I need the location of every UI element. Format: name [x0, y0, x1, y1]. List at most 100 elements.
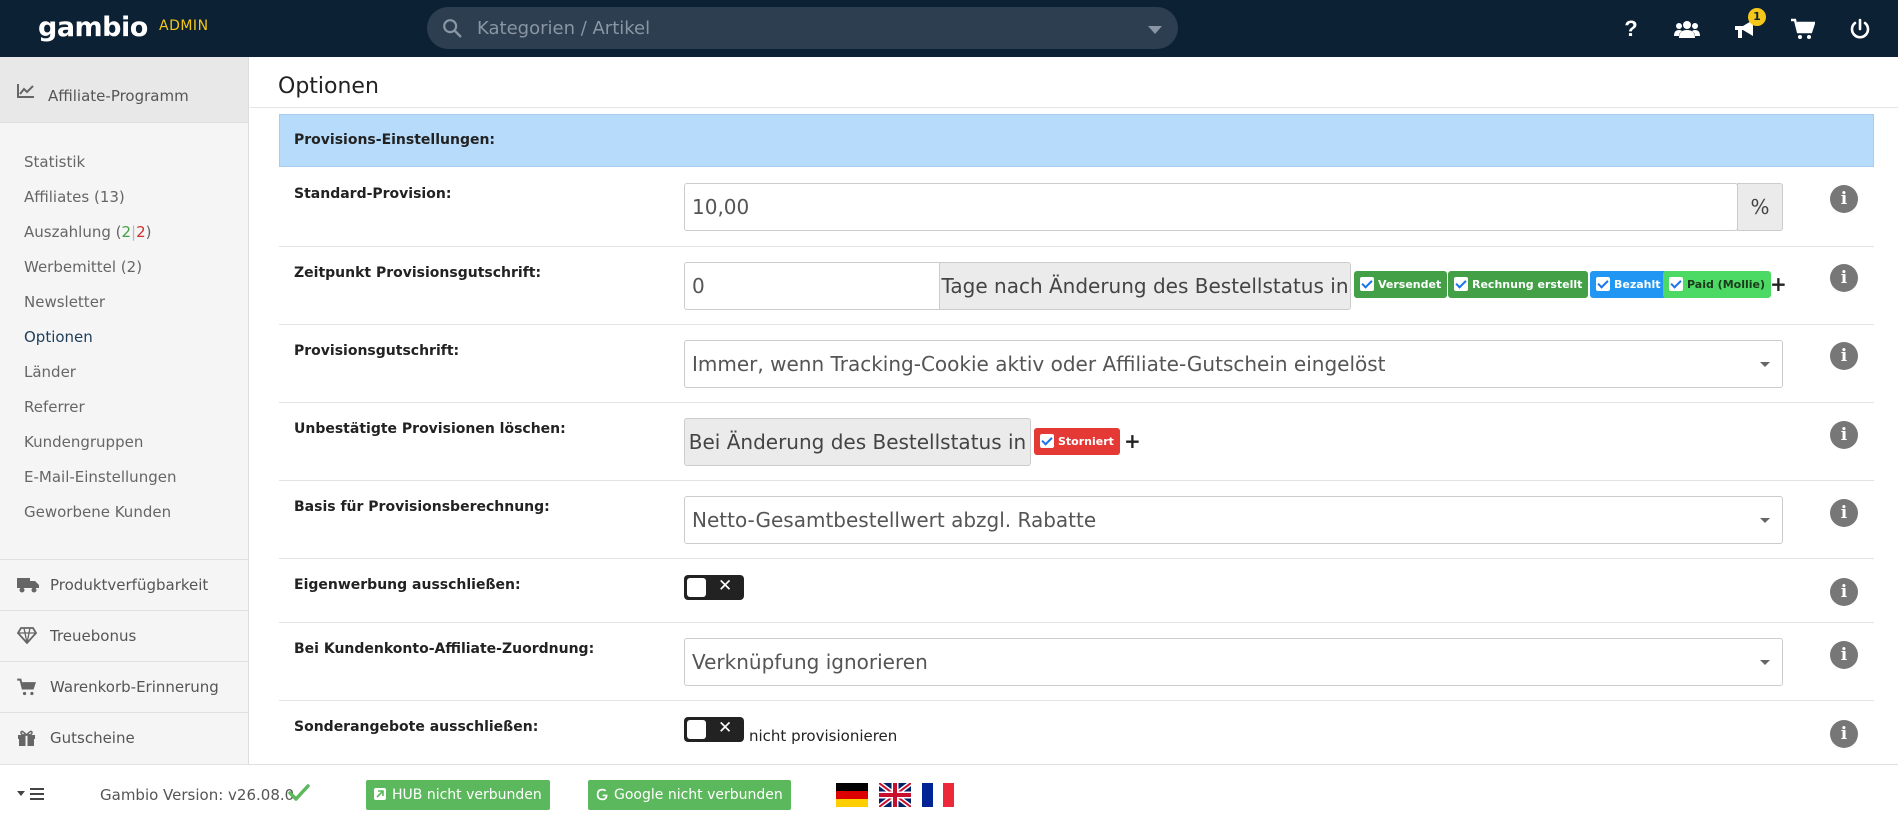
- sidebar-group-produktverfuegbarkeit[interactable]: Produktverfügbarkeit: [0, 559, 248, 610]
- sidebar-item-statistik[interactable]: Statistik: [24, 153, 85, 171]
- zeitpunkt-addon: Tage nach Änderung des Bestellstatus in: [939, 262, 1351, 310]
- sidebar-section-label: Affiliate-Programm: [48, 87, 189, 105]
- checkbox-checked-icon[interactable]: [1596, 277, 1610, 291]
- info-icon[interactable]: i: [1830, 720, 1858, 748]
- truck-icon: [17, 578, 39, 593]
- chip-label: Paid (Mollie): [1687, 278, 1765, 291]
- search-input[interactable]: Kategorien / Artikel: [427, 7, 1178, 49]
- checkbox-checked-icon[interactable]: [1360, 277, 1374, 291]
- hub-status-button[interactable]: HUB nicht verbunden: [366, 780, 550, 810]
- basis-select[interactable]: Netto-Gesamtbestellwert abzgl. Rabatte: [684, 496, 1783, 544]
- info-icon[interactable]: i: [1830, 185, 1858, 213]
- info-icon[interactable]: i: [1830, 342, 1858, 370]
- sonderangebote-label: Sonderangebote ausschließen:: [294, 719, 539, 735]
- chart-line-icon: [17, 84, 34, 98]
- info-icon[interactable]: i: [1830, 421, 1858, 449]
- footer-bar: Gambio Version: v26.08.0 HUB nicht verbu…: [0, 764, 1898, 821]
- section-header: Provisions-Einstellungen:: [279, 114, 1874, 167]
- basis-label: Basis für Provisionsberechnung:: [294, 499, 550, 515]
- info-icon[interactable]: i: [1830, 499, 1858, 527]
- chip-label: Bezahlt: [1614, 278, 1661, 291]
- megaphone-icon[interactable]: 1: [1730, 8, 1766, 44]
- sidebar-item-auszahlung[interactable]: Auszahlung (2|2): [24, 223, 152, 241]
- paid-count: 2: [121, 223, 132, 241]
- sidebar-group-treuebonus[interactable]: Treuebonus: [0, 610, 248, 661]
- status-chip-paid-mollie[interactable]: Paid (Mollie): [1663, 271, 1771, 298]
- chip-label: Storniert: [1058, 435, 1114, 448]
- checkbox-checked-icon[interactable]: [1669, 277, 1683, 291]
- uk-flag-icon[interactable]: [879, 783, 911, 807]
- row-divider: [279, 402, 1874, 403]
- provisionsgutschrift-select[interactable]: Immer, wenn Tracking-Cookie aktiv oder A…: [684, 340, 1783, 388]
- sidebar-section-affiliate[interactable]: Affiliate-Programm: [0, 57, 248, 123]
- info-icon[interactable]: i: [1830, 641, 1858, 669]
- sidebar-item-affiliates[interactable]: Affiliates (13): [24, 188, 125, 206]
- sidebar-item-email-einstellungen[interactable]: E-Mail-Einstellungen: [24, 468, 176, 486]
- sidebar-item-geworbene-kunden[interactable]: Geworbene Kunden: [24, 503, 171, 521]
- sidebar-item-optionen[interactable]: Optionen: [24, 328, 93, 346]
- french-flag-icon[interactable]: [922, 783, 954, 807]
- percent-addon: %: [1737, 183, 1783, 231]
- gambio-logo[interactable]: gambio: [38, 12, 148, 43]
- row-divider: [279, 246, 1874, 247]
- menu-toggle-icon[interactable]: [17, 787, 45, 801]
- standard-provision-label: Standard-Provision:: [294, 186, 452, 202]
- top-navigation-bar: gambio ADMIN Kategorien / Artikel ? 1: [0, 0, 1898, 57]
- sonderangebote-toggle[interactable]: ✕: [684, 717, 744, 742]
- eigenwerbung-toggle[interactable]: ✕: [684, 575, 744, 600]
- search-placeholder: Kategorien / Artikel: [477, 18, 651, 39]
- kundenkonto-select[interactable]: Verknüpfung ignorieren: [684, 638, 1783, 686]
- sidebar-item-label: Auszahlung (: [24, 223, 122, 241]
- sidebar-group-warenkorb-erinnerung[interactable]: Warenkorb-Erinnerung: [0, 661, 248, 712]
- zeitpunkt-days-input[interactable]: 0: [684, 262, 940, 310]
- checkbox-checked-icon[interactable]: [1454, 277, 1468, 291]
- sonderangebote-hint: nicht provisionieren: [749, 727, 898, 745]
- info-icon[interactable]: i: [1830, 578, 1858, 606]
- row-divider: [279, 558, 1874, 559]
- sidebar-item-werbemittel[interactable]: Werbemittel (2): [24, 258, 142, 276]
- provisionsgutschrift-label: Provisionsgutschrift:: [294, 343, 460, 359]
- status-chip-rechnung-erstellt[interactable]: Rechnung erstellt: [1448, 271, 1589, 298]
- chevron-down-icon: [1760, 518, 1770, 523]
- chevron-down-icon: [1760, 362, 1770, 367]
- search-icon: [443, 19, 462, 38]
- hub-icon: [374, 788, 386, 800]
- help-icon[interactable]: ?: [1616, 14, 1646, 44]
- unbestaetigte-provisionen-label: Unbestätigte Provisionen löschen:: [294, 421, 566, 437]
- status-chip-versendet[interactable]: Versendet: [1354, 271, 1448, 298]
- row-divider: [279, 324, 1874, 325]
- google-status-label: Google nicht verbunden: [614, 787, 783, 803]
- section-title: Provisions-Einstellungen:: [294, 132, 496, 148]
- standard-provision-input[interactable]: 10,00: [684, 183, 1738, 231]
- chevron-down-icon: [1760, 660, 1770, 665]
- status-chip-bezahlt[interactable]: Bezahlt: [1590, 271, 1667, 298]
- sidebar-item-referrer[interactable]: Referrer: [24, 398, 85, 416]
- sidebar-group-label: Treuebonus: [50, 627, 137, 645]
- sidebar-item-newsletter[interactable]: Newsletter: [24, 293, 105, 311]
- info-icon[interactable]: i: [1830, 264, 1858, 292]
- german-flag-icon[interactable]: [836, 783, 868, 807]
- select-value: Immer, wenn Tracking-Cookie aktiv oder A…: [692, 352, 1386, 376]
- unbestaetigt-addon: Bei Änderung des Bestellstatus in: [684, 418, 1031, 466]
- sidebar-group-label: Produktverfügbarkeit: [50, 576, 209, 594]
- chevron-down-icon[interactable]: [1148, 26, 1162, 34]
- add-status-button[interactable]: +: [1770, 272, 1787, 296]
- sidebar-item-suffix: ): [145, 223, 152, 241]
- sidebar-group-label: Gutscheine: [50, 729, 135, 747]
- diamond-icon: [17, 627, 37, 644]
- eigenwerbung-label: Eigenwerbung ausschließen:: [294, 577, 521, 593]
- sidebar-item-laender[interactable]: Länder: [24, 363, 76, 381]
- checkbox-checked-icon[interactable]: [1040, 434, 1054, 448]
- power-icon[interactable]: [1845, 14, 1875, 44]
- sidebar-group-gutscheine[interactable]: Gutscheine: [0, 712, 248, 763]
- google-status-button[interactable]: Google nicht verbunden: [588, 780, 791, 810]
- add-status-button[interactable]: +: [1124, 429, 1141, 453]
- cart-icon[interactable]: [1788, 14, 1818, 44]
- gift-icon: [18, 730, 35, 746]
- select-value: Netto-Gesamtbestellwert abzgl. Rabatte: [692, 508, 1097, 532]
- users-icon[interactable]: [1672, 14, 1702, 44]
- sidebar-item-kundengruppen[interactable]: Kundengruppen: [24, 433, 143, 451]
- status-chip-storniert[interactable]: Storniert: [1034, 428, 1120, 455]
- chip-label: Rechnung erstellt: [1472, 278, 1583, 291]
- cart-icon: [17, 678, 36, 696]
